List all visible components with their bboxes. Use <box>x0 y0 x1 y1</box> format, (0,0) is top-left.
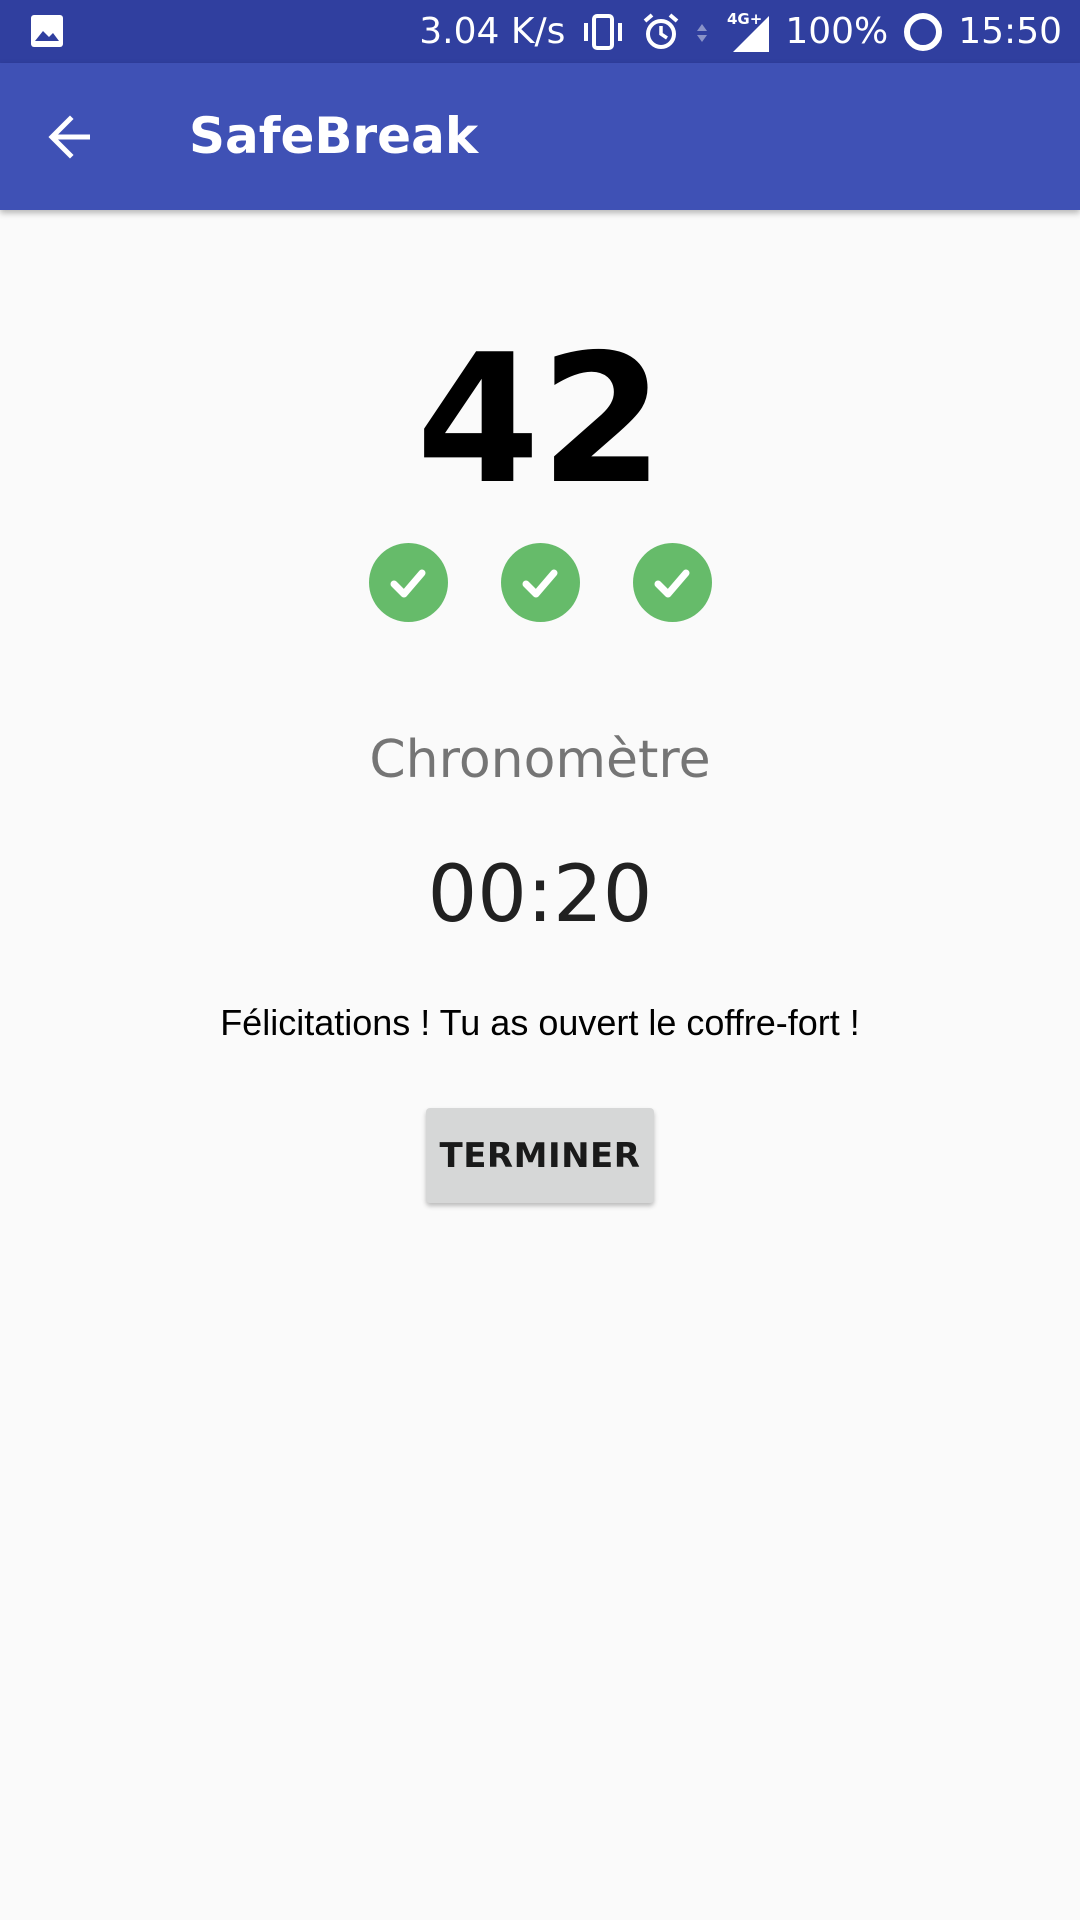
app-title: SafeBreak <box>189 107 479 165</box>
battery-percent: 100% <box>785 11 889 52</box>
signal-4g-icon: 4G+ <box>727 10 770 52</box>
check-circle-icon <box>500 543 580 622</box>
status-icons: 3.04 K/s 4G+ 100% 15:50 <box>419 0 1062 63</box>
alarm-icon <box>644 12 679 49</box>
gallery-icon <box>31 15 63 47</box>
main-content: 42 Chronomètre 00:20 Félicitations ! Tu … <box>0 210 1080 1920</box>
check-indicators <box>0 543 1080 622</box>
back-button[interactable] <box>30 97 110 177</box>
app-bar: SafeBreak <box>0 63 1080 210</box>
status-bar: 3.04 K/s 4G+ 100% 15:50 <box>0 0 1080 63</box>
clock: 15:50 <box>958 11 1062 52</box>
finish-button[interactable]: TERMINER <box>426 1108 654 1203</box>
safe-code: 42 <box>416 316 664 523</box>
success-message: Félicitations ! Tu as ouvert le coffre-f… <box>220 1002 860 1043</box>
chronometer-value: 00:20 <box>427 850 653 940</box>
svg-text:4G+: 4G+ <box>727 10 762 28</box>
battery-ring-icon <box>904 12 943 51</box>
check-circle-icon <box>632 543 712 622</box>
vibrate-icon <box>584 13 623 50</box>
chronometer-label: Chronomètre <box>369 730 711 790</box>
check-circle-icon <box>368 543 448 622</box>
arrow-back-icon <box>48 115 90 159</box>
network-speed: 3.04 K/s <box>419 11 566 52</box>
data-arrows-icon <box>697 23 708 42</box>
